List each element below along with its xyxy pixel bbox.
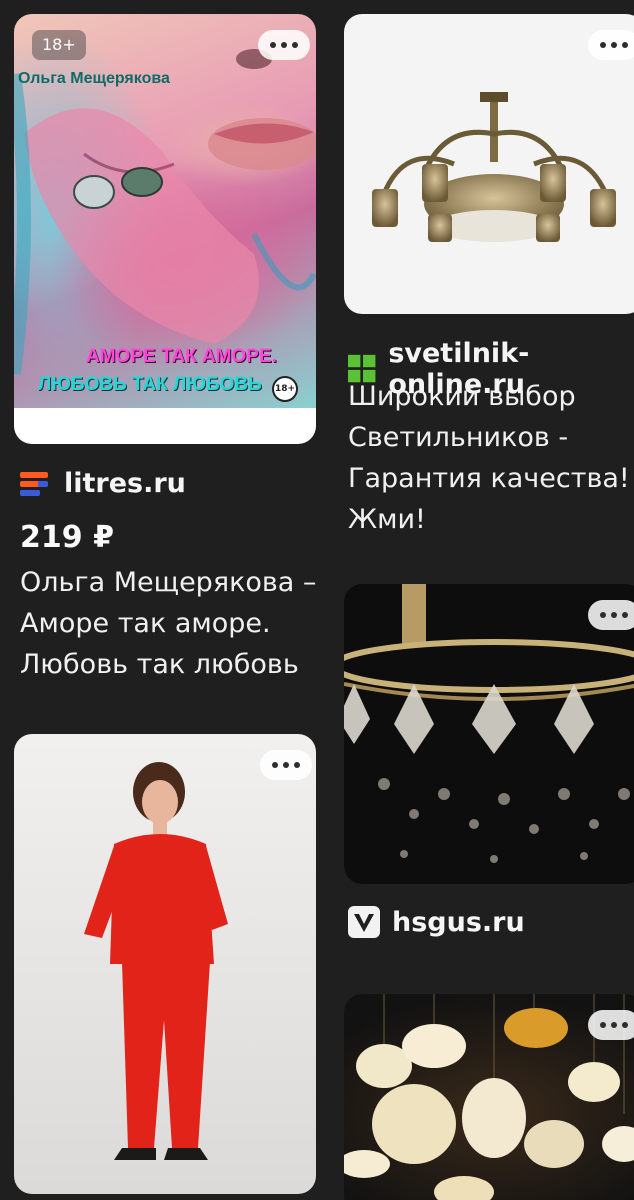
price-label: 219 ₽: [20, 520, 114, 555]
crystal-illustration: [344, 584, 634, 863]
description-line: Жми!: [348, 504, 426, 535]
description-line: Любовь так любовь: [20, 649, 299, 680]
dot-icon: [294, 762, 300, 768]
description-line: Ольга Мещерякова –: [20, 567, 317, 598]
more-options-button[interactable]: [258, 30, 310, 60]
book-cover-image: Ольга Мещерякова АМОРЕ ТАК АМОРЕ. ЛЮБОВЬ…: [14, 14, 316, 408]
dot-icon: [283, 762, 289, 768]
book-cover-card[interactable]: Ольга Мещерякова АМОРЕ ТАК АМОРЕ. ЛЮБОВЬ…: [14, 14, 316, 444]
description-line: Аморе так аморе.: [20, 608, 271, 639]
dot-icon: [600, 1022, 606, 1028]
more-options-button[interactable]: [588, 600, 634, 630]
source-litres-label: litres.ru: [64, 468, 186, 499]
cover-author-text: Ольга Мещерякова: [18, 70, 170, 87]
cover-footer: [14, 408, 316, 444]
source-hsgus-label: hsgus.ru: [392, 906, 525, 938]
book-description[interactable]: Ольга Мещерякова – Аморе так аморе. Любо…: [20, 562, 320, 685]
crystal-chandelier-photo: [344, 584, 634, 884]
source-hsgus[interactable]: hsgus.ru: [348, 906, 525, 938]
dot-icon: [622, 612, 628, 618]
dot-icon: [622, 1022, 628, 1028]
dot-icon: [270, 42, 276, 48]
dot-icon: [600, 42, 606, 48]
age-badge: 18+: [32, 30, 86, 60]
lamps-card[interactable]: [344, 994, 634, 1200]
more-options-button[interactable]: [260, 750, 312, 780]
dot-icon: [600, 612, 606, 618]
more-options-button[interactable]: [588, 30, 634, 60]
dot-icon: [611, 612, 617, 618]
chandelier-bronze-photo: [344, 14, 634, 314]
description-line: Светильников -: [348, 422, 569, 453]
crystal-chandelier-card[interactable]: [344, 584, 634, 884]
chandelier-card[interactable]: [344, 14, 634, 314]
woman-red-suit-photo: [14, 734, 316, 1194]
dot-icon: [611, 42, 617, 48]
dot-icon: [272, 762, 278, 768]
litres-logo-icon: [20, 471, 48, 496]
age-rating-circle: 18+: [272, 376, 298, 402]
dot-icon: [611, 1022, 617, 1028]
clothing-card[interactable]: [14, 734, 316, 1194]
cover-title-line1: АМОРЕ ТАК АМОРЕ.: [86, 346, 277, 367]
description-line: Широкий выбор: [348, 381, 576, 412]
dot-icon: [281, 42, 287, 48]
dot-icon: [622, 42, 628, 48]
more-options-button[interactable]: [588, 1010, 634, 1040]
cover-title-line2: ЛЮБОВЬ ТАК ЛЮБОВЬ: [38, 374, 262, 395]
description-line: Гарантия качества!: [348, 463, 630, 494]
woman-red-suit-illustration: [84, 762, 228, 1160]
chandelier-description[interactable]: Широкий выбор Светильников - Гарантия ка…: [348, 376, 634, 540]
dot-icon: [292, 42, 298, 48]
chandelier-illustration: [372, 92, 616, 242]
ad-feed-screen: Ольга Мещерякова АМОРЕ ТАК АМОРЕ. ЛЮБОВЬ…: [0, 0, 634, 1200]
hsgus-logo-icon: [348, 906, 380, 938]
source-litres[interactable]: litres.ru: [20, 468, 186, 499]
